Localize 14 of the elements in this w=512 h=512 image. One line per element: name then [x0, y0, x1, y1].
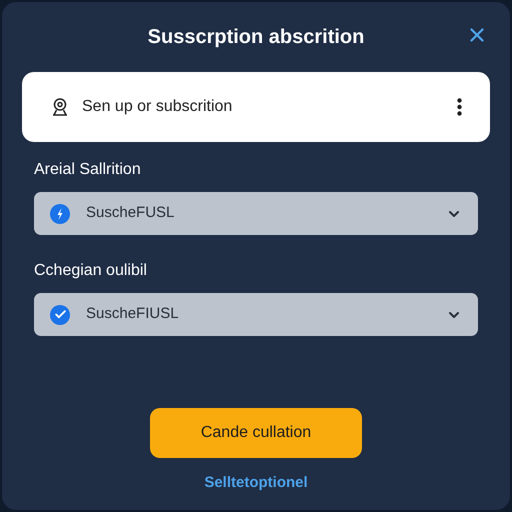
primary-button[interactable]: Cande cullation — [150, 408, 362, 458]
account-text: Sen up or subscrition — [82, 97, 234, 117]
account-row[interactable]: Sen up or subscrition — [22, 72, 490, 142]
field-label: Areial Sallrition — [34, 160, 142, 180]
more-button[interactable] — [457, 98, 462, 116]
more-icon — [457, 98, 462, 116]
select-field[interactable]: SuscheFIUSL — [34, 293, 478, 336]
webcam-icon — [50, 97, 70, 117]
dialog-title: Susscrption abscrition — [148, 25, 364, 50]
select-field[interactable]: SuscheFUSL — [34, 192, 478, 235]
field-label: Cchegian oulibil — [34, 261, 148, 281]
check-icon — [50, 304, 70, 324]
bolt-icon — [50, 204, 70, 224]
link[interactable]: Selltetoptionel — [204, 472, 308, 494]
